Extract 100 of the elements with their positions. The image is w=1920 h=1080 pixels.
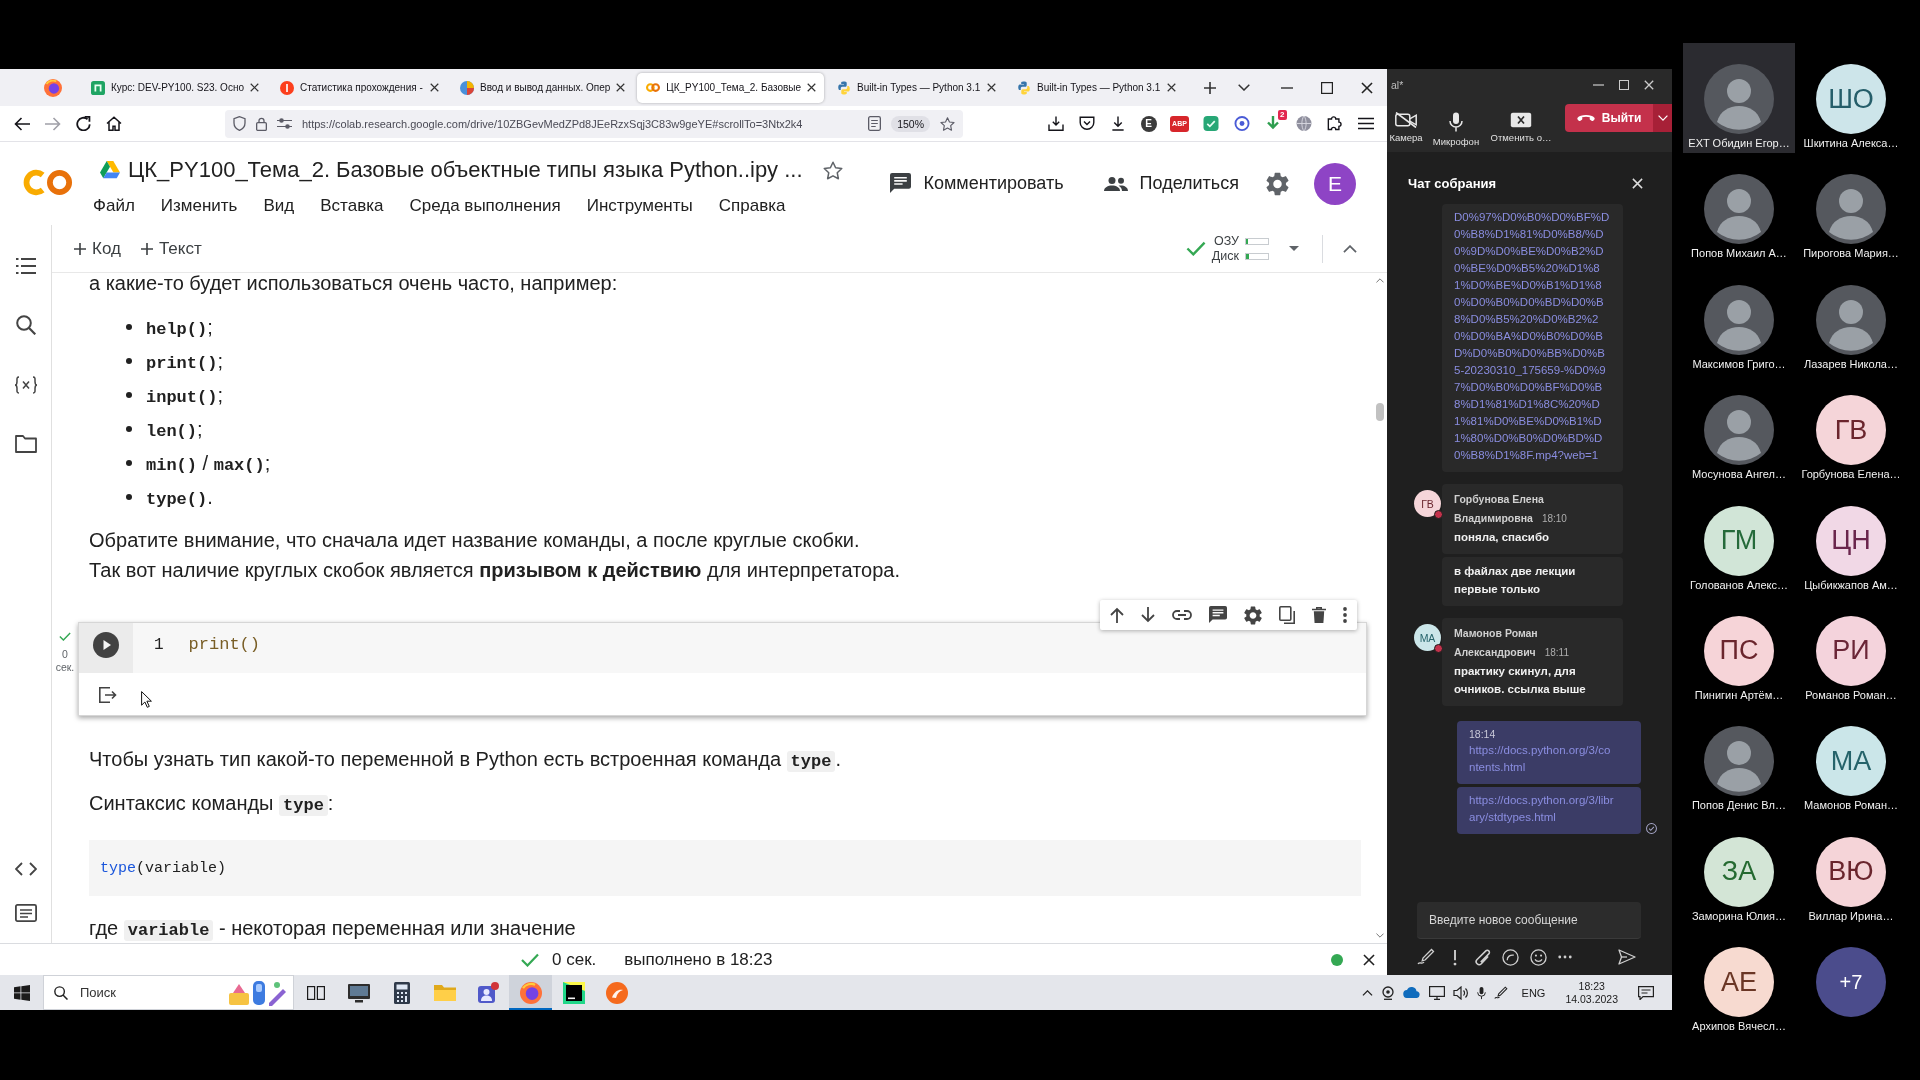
participant-tile[interactable]: ЗА Заморина Юлия…: [1683, 815, 1795, 927]
more-participants-button[interactable]: +7: [1816, 947, 1886, 1018]
lined-box-icon[interactable]: [14, 904, 37, 922]
browser-tab[interactable]: ЦК_PY100_Тема_2. Базовые: [637, 72, 825, 103]
webcam-icon[interactable]: [1380, 985, 1395, 1000]
participant-tile[interactable]: ВЮ Виллар Ирина…: [1795, 815, 1907, 927]
extension-button[interactable]: E: [1140, 115, 1157, 132]
plus-icon[interactable]: [1204, 81, 1217, 94]
more-icon[interactable]: [1558, 955, 1572, 959]
caret-down-icon[interactable]: [1289, 246, 1299, 251]
participant-tile[interactable]: ШО Шкитина Алекса…: [1795, 43, 1907, 154]
zoom-level-button[interactable]: 150%: [891, 115, 930, 132]
leave-options-button[interactable]: [1653, 104, 1672, 132]
account-avatar[interactable]: E: [1314, 162, 1356, 205]
search-input[interactable]: Поиск: [80, 982, 190, 1003]
chevron-up-icon[interactable]: [1343, 244, 1357, 253]
browser-tab[interactable]: Ввод и вывод данных. Опер: [450, 72, 634, 103]
chevron-down-icon[interactable]: [1238, 84, 1251, 91]
four-panes-icon[interactable]: [13, 984, 30, 1001]
settings-icon[interactable]: [1244, 605, 1262, 625]
cloud-icon[interactable]: [1402, 987, 1421, 998]
reload-icon[interactable]: [76, 116, 91, 131]
close-icon[interactable]: [429, 83, 439, 92]
network-icon[interactable]: [1428, 985, 1445, 1000]
arrow-down-icon[interactable]: [1141, 607, 1155, 623]
menu-item[interactable]: Изменить: [153, 196, 245, 216]
search-box[interactable]: Поиск: [43, 975, 294, 1010]
menu-item[interactable]: Файл: [86, 196, 142, 216]
tray-arrow-icon[interactable]: [1047, 116, 1064, 131]
participant-tile[interactable]: Попов Михаил А…: [1683, 153, 1795, 264]
close-icon[interactable]: [1363, 953, 1375, 966]
shield-chevron-icon[interactable]: [1078, 116, 1095, 131]
speaker-icon[interactable]: [1452, 985, 1469, 1000]
comment-button[interactable]: Комментировать: [882, 167, 1072, 200]
caret-up-icon[interactable]: [1375, 278, 1384, 283]
participant-tile[interactable]: ЦН Цыбикжапов Ам…: [1795, 484, 1907, 595]
menu-item[interactable]: Вид: [256, 196, 302, 216]
lock-icon[interactable]: [256, 116, 267, 131]
browser-tab[interactable]: Built-in Types — Python 3.1: [1008, 72, 1185, 103]
share-button[interactable]: Отменить о…: [1487, 112, 1555, 143]
swirl-icon[interactable]: [1502, 948, 1519, 966]
language-indicator[interactable]: ENG: [1521, 986, 1546, 999]
mic-button[interactable]: Микрофон: [1425, 112, 1487, 147]
menu-item[interactable]: Среда выполнения: [402, 196, 568, 216]
document-icon[interactable]: [868, 116, 882, 131]
back-arrow-icon[interactable]: [14, 116, 30, 131]
star-icon[interactable]: [940, 116, 955, 131]
settings-icon[interactable]: [1266, 171, 1289, 196]
participant-tile[interactable]: МА Мамонов Роман…: [1795, 705, 1907, 816]
globe-icon[interactable]: [1295, 116, 1312, 131]
microphone-icon[interactable]: [1476, 985, 1486, 1000]
shield-icon[interactable]: [233, 116, 246, 131]
ring-icon[interactable]: [1233, 116, 1250, 131]
browser-tab[interactable]: Статистика прохождения -: [270, 72, 447, 103]
participant-tile[interactable]: ГМ Голованов Алекс…: [1683, 484, 1795, 595]
participant-tile[interactable]: +7: [1795, 926, 1907, 1037]
folder-icon[interactable]: [14, 435, 37, 453]
close-icon[interactable]: [249, 83, 259, 92]
exclamation-icon[interactable]: [1452, 948, 1458, 966]
message-link[interactable]: https://docs.python.org/3/contents.html: [1469, 742, 1615, 776]
message-input[interactable]: Введите новое сообщение: [1417, 902, 1641, 939]
home-icon[interactable]: [106, 116, 122, 131]
share-button[interactable]: Поделиться: [1095, 167, 1247, 200]
round-logo-icon[interactable]: [44, 78, 62, 97]
participant-tile[interactable]: РИ Романов Роман…: [1795, 594, 1907, 706]
add-cell-button[interactable]: Код: [70, 234, 125, 263]
leave-button[interactable]: Выйти: [1565, 104, 1653, 132]
minimize-icon[interactable]: [1593, 83, 1604, 86]
participant-tile[interactable]: ПС Пинигин Артём…: [1683, 594, 1795, 706]
list-icon[interactable]: [15, 258, 36, 274]
message-link[interactable]: https://docs.python.org/3/library/stdtypes.html: [1469, 792, 1615, 826]
participant-tile[interactable]: АЕ Архипов Вячесл…: [1683, 926, 1795, 1037]
scrollbar-thumb[interactable]: [1375, 403, 1384, 421]
braces-icon[interactable]: [13, 376, 38, 394]
participant-tile[interactable]: ГВ Горбунова Елена…: [1795, 374, 1907, 485]
close-icon[interactable]: [807, 83, 817, 92]
participant-tile[interactable]: Пирогова Мария…: [1795, 153, 1907, 264]
minimize-icon[interactable]: [1281, 86, 1293, 89]
trash-icon[interactable]: [1312, 607, 1326, 623]
stacked-pages-icon[interactable]: [1279, 606, 1295, 624]
triangle-logo-icon[interactable]: [100, 161, 120, 179]
paperclip-icon[interactable]: [1475, 948, 1491, 966]
code-brackets-icon[interactable]: [14, 862, 37, 876]
more-vertical-icon[interactable]: [1343, 607, 1347, 623]
chevron-up-icon[interactable]: [1361, 989, 1373, 996]
play-icon[interactable]: [93, 632, 119, 658]
pen-icon[interactable]: [1417, 948, 1435, 966]
clock-date[interactable]: 14.03.2023: [1565, 992, 1618, 1006]
participant-tile[interactable]: EXT Обидин Егор…: [1683, 43, 1795, 154]
notebook-title[interactable]: ЦК_PY100_Тема_2. Базовые объектные типы языка Python..ipy ...: [128, 157, 803, 183]
box-arrow-icon[interactable]: [99, 687, 117, 703]
participant-tile[interactable]: Попов Денис Вл…: [1683, 705, 1795, 816]
pen-icon[interactable]: [1493, 985, 1508, 1000]
maximize-icon[interactable]: [1321, 81, 1333, 94]
smiley-icon[interactable]: [1530, 948, 1547, 966]
message-link[interactable]: D0%97%D0%B0%D0%BF%D0%B8%D1%81%D0%B8/%D0%9D%D0%BE%D0%B2%D0%BE%D0%B5%20%D1%81%D0%BE%D0%B1%D1%80%D0%B0%D0%BD%D0%B8%D0%B5%20%D0%B2%20%D0%BA%D0%B0%D0%BD%D0%B0%D0%BB%D0%B5-20230310_175659-%D0%97%D0%B0%D0%BF%D0%B8%D1%81%D1%8C%20%D1%81%D0%BE%D0%B1%D1%80%D0%B0%D0%BD%D0%B8%D1%8F.mp4?web=1: [1454, 209, 1611, 464]
clock-time[interactable]: 18:23: [1578, 979, 1605, 993]
browser-tab[interactable]: Built-in Types — Python 3.1: [828, 72, 1005, 103]
menu-item[interactable]: Справка: [711, 196, 793, 216]
send-icon[interactable]: [1618, 949, 1636, 965]
